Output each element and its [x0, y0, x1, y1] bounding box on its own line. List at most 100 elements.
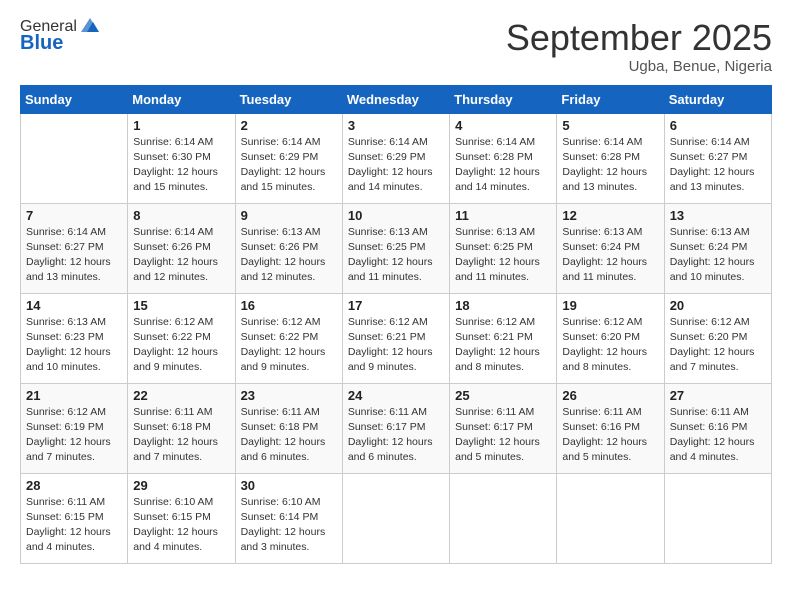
col-header-sunday: Sunday — [21, 85, 128, 113]
day-number: 17 — [348, 298, 444, 313]
day-cell: 10 Sunrise: 6:13 AM Sunset: 6:25 PM Dayli… — [342, 203, 449, 293]
header-row: SundayMondayTuesdayWednesdayThursdayFrid… — [21, 85, 772, 113]
col-header-monday: Monday — [128, 85, 235, 113]
col-header-tuesday: Tuesday — [235, 85, 342, 113]
week-row-5: 28 Sunrise: 6:11 AM Sunset: 6:15 PM Dayli… — [21, 473, 772, 563]
day-number: 9 — [241, 208, 337, 223]
title-block: September 2025 Ugba, Benue, Nigeria — [506, 18, 772, 75]
day-cell: 22Sunrise: 6:11 AM Sunset: 6:18 PM Dayli… — [128, 383, 235, 473]
day-cell: 29 Sunrise: 6:10 AM Sunset: 6:15 PM Dayli… — [128, 473, 235, 563]
day-number: 18 — [455, 298, 551, 313]
day-number: 29 — [133, 478, 229, 493]
calendar-table: SundayMondayTuesdayWednesdayThursdayFrid… — [20, 85, 772, 564]
day-cell: 2 Sunrise: 6:14 AM Sunset: 6:29 PM Daylig… — [235, 113, 342, 203]
day-cell — [450, 473, 557, 563]
day-info: Sunrise: 6:12 AM Sunset: 6:21 PM Dayligh… — [455, 315, 551, 376]
day-number: 25 — [455, 388, 551, 403]
day-cell: 8Sunrise: 6:14 AM Sunset: 6:26 PM Daylig… — [128, 203, 235, 293]
day-number: 7 — [26, 208, 122, 223]
day-cell: 4 Sunrise: 6:14 AM Sunset: 6:28 PM Daylig… — [450, 113, 557, 203]
day-info: Sunrise: 6:13 AM Sunset: 6:24 PM Dayligh… — [670, 225, 766, 286]
week-row-3: 14 Sunrise: 6:13 AM Sunset: 6:23 PM Dayli… — [21, 293, 772, 383]
day-cell: 24Sunrise: 6:11 AM Sunset: 6:17 PM Dayli… — [342, 383, 449, 473]
day-number: 2 — [241, 118, 337, 133]
day-cell: 25Sunrise: 6:11 AM Sunset: 6:17 PM Dayli… — [450, 383, 557, 473]
day-cell: 19 Sunrise: 6:12 AM Sunset: 6:20 PM Dayli… — [557, 293, 664, 383]
location: Ugba, Benue, Nigeria — [506, 58, 772, 75]
day-number: 28 — [26, 478, 122, 493]
day-cell: 9 Sunrise: 6:13 AM Sunset: 6:26 PM Daylig… — [235, 203, 342, 293]
day-number: 30 — [241, 478, 337, 493]
day-cell: 28 Sunrise: 6:11 AM Sunset: 6:15 PM Dayli… — [21, 473, 128, 563]
col-header-friday: Friday — [557, 85, 664, 113]
day-number: 14 — [26, 298, 122, 313]
day-cell: 1 Sunrise: 6:14 AM Sunset: 6:30 PM Daylig… — [128, 113, 235, 203]
day-info: Sunrise: 6:14 AM Sunset: 6:27 PM Dayligh… — [26, 225, 122, 286]
day-number: 4 — [455, 118, 551, 133]
day-info: Sunrise: 6:11 AM Sunset: 6:16 PM Dayligh… — [562, 405, 658, 466]
day-info: Sunrise: 6:11 AM Sunset: 6:17 PM Dayligh… — [348, 405, 444, 466]
day-cell: 15Sunrise: 6:12 AM Sunset: 6:22 PM Dayli… — [128, 293, 235, 383]
day-info: Sunrise: 6:14 AM Sunset: 6:29 PM Dayligh… — [348, 135, 444, 196]
day-number: 1 — [133, 118, 229, 133]
day-info: Sunrise: 6:14 AM Sunset: 6:30 PM Dayligh… — [133, 135, 229, 196]
day-info: Sunrise: 6:14 AM Sunset: 6:28 PM Dayligh… — [562, 135, 658, 196]
day-number: 13 — [670, 208, 766, 223]
day-cell: 7 Sunrise: 6:14 AM Sunset: 6:27 PM Daylig… — [21, 203, 128, 293]
logo-icon — [79, 14, 101, 36]
day-info: Sunrise: 6:12 AM Sunset: 6:22 PM Dayligh… — [133, 315, 229, 376]
day-info: Sunrise: 6:13 AM Sunset: 6:25 PM Dayligh… — [348, 225, 444, 286]
day-cell: 20Sunrise: 6:12 AM Sunset: 6:20 PM Dayli… — [664, 293, 771, 383]
day-cell — [21, 113, 128, 203]
day-cell: 27 Sunrise: 6:11 AM Sunset: 6:16 PM Dayli… — [664, 383, 771, 473]
page: General Blue September 2025 Ugba, Benue,… — [0, 0, 792, 612]
day-info: Sunrise: 6:12 AM Sunset: 6:22 PM Dayligh… — [241, 315, 337, 376]
day-cell: 21Sunrise: 6:12 AM Sunset: 6:19 PM Dayli… — [21, 383, 128, 473]
day-cell — [342, 473, 449, 563]
day-cell: 17 Sunrise: 6:12 AM Sunset: 6:21 PM Dayli… — [342, 293, 449, 383]
day-number: 6 — [670, 118, 766, 133]
day-number: 19 — [562, 298, 658, 313]
logo: General Blue — [20, 18, 101, 55]
day-info: Sunrise: 6:14 AM Sunset: 6:27 PM Dayligh… — [670, 135, 766, 196]
day-number: 27 — [670, 388, 766, 403]
day-info: Sunrise: 6:14 AM Sunset: 6:26 PM Dayligh… — [133, 225, 229, 286]
col-header-thursday: Thursday — [450, 85, 557, 113]
day-cell: 18 Sunrise: 6:12 AM Sunset: 6:21 PM Dayli… — [450, 293, 557, 383]
col-header-wednesday: Wednesday — [342, 85, 449, 113]
day-number: 12 — [562, 208, 658, 223]
day-number: 11 — [455, 208, 551, 223]
day-cell — [664, 473, 771, 563]
day-number: 10 — [348, 208, 444, 223]
day-info: Sunrise: 6:13 AM Sunset: 6:25 PM Dayligh… — [455, 225, 551, 286]
day-info: Sunrise: 6:12 AM Sunset: 6:20 PM Dayligh… — [670, 315, 766, 376]
week-row-2: 7 Sunrise: 6:14 AM Sunset: 6:27 PM Daylig… — [21, 203, 772, 293]
day-number: 3 — [348, 118, 444, 133]
day-number: 23 — [241, 388, 337, 403]
day-number: 5 — [562, 118, 658, 133]
day-info: Sunrise: 6:14 AM Sunset: 6:28 PM Dayligh… — [455, 135, 551, 196]
day-number: 16 — [241, 298, 337, 313]
day-number: 26 — [562, 388, 658, 403]
day-info: Sunrise: 6:13 AM Sunset: 6:23 PM Dayligh… — [26, 315, 122, 376]
day-info: Sunrise: 6:10 AM Sunset: 6:15 PM Dayligh… — [133, 495, 229, 556]
day-cell: 5 Sunrise: 6:14 AM Sunset: 6:28 PM Daylig… — [557, 113, 664, 203]
day-number: 22 — [133, 388, 229, 403]
day-info: Sunrise: 6:11 AM Sunset: 6:18 PM Dayligh… — [241, 405, 337, 466]
day-info: Sunrise: 6:12 AM Sunset: 6:20 PM Dayligh… — [562, 315, 658, 376]
week-row-1: 1 Sunrise: 6:14 AM Sunset: 6:30 PM Daylig… — [21, 113, 772, 203]
day-info: Sunrise: 6:13 AM Sunset: 6:26 PM Dayligh… — [241, 225, 337, 286]
day-info: Sunrise: 6:14 AM Sunset: 6:29 PM Dayligh… — [241, 135, 337, 196]
day-info: Sunrise: 6:11 AM Sunset: 6:16 PM Dayligh… — [670, 405, 766, 466]
day-cell: 14 Sunrise: 6:13 AM Sunset: 6:23 PM Dayli… — [21, 293, 128, 383]
day-info: Sunrise: 6:13 AM Sunset: 6:24 PM Dayligh… — [562, 225, 658, 286]
day-cell: 12 Sunrise: 6:13 AM Sunset: 6:24 PM Dayli… — [557, 203, 664, 293]
day-cell: 3 Sunrise: 6:14 AM Sunset: 6:29 PM Daylig… — [342, 113, 449, 203]
day-cell — [557, 473, 664, 563]
day-info: Sunrise: 6:12 AM Sunset: 6:21 PM Dayligh… — [348, 315, 444, 376]
month-title: September 2025 — [506, 18, 772, 58]
day-cell: 30Sunrise: 6:10 AM Sunset: 6:14 PM Dayli… — [235, 473, 342, 563]
day-info: Sunrise: 6:11 AM Sunset: 6:15 PM Dayligh… — [26, 495, 122, 556]
day-cell: 16 Sunrise: 6:12 AM Sunset: 6:22 PM Dayli… — [235, 293, 342, 383]
day-cell: 26 Sunrise: 6:11 AM Sunset: 6:16 PM Dayli… — [557, 383, 664, 473]
